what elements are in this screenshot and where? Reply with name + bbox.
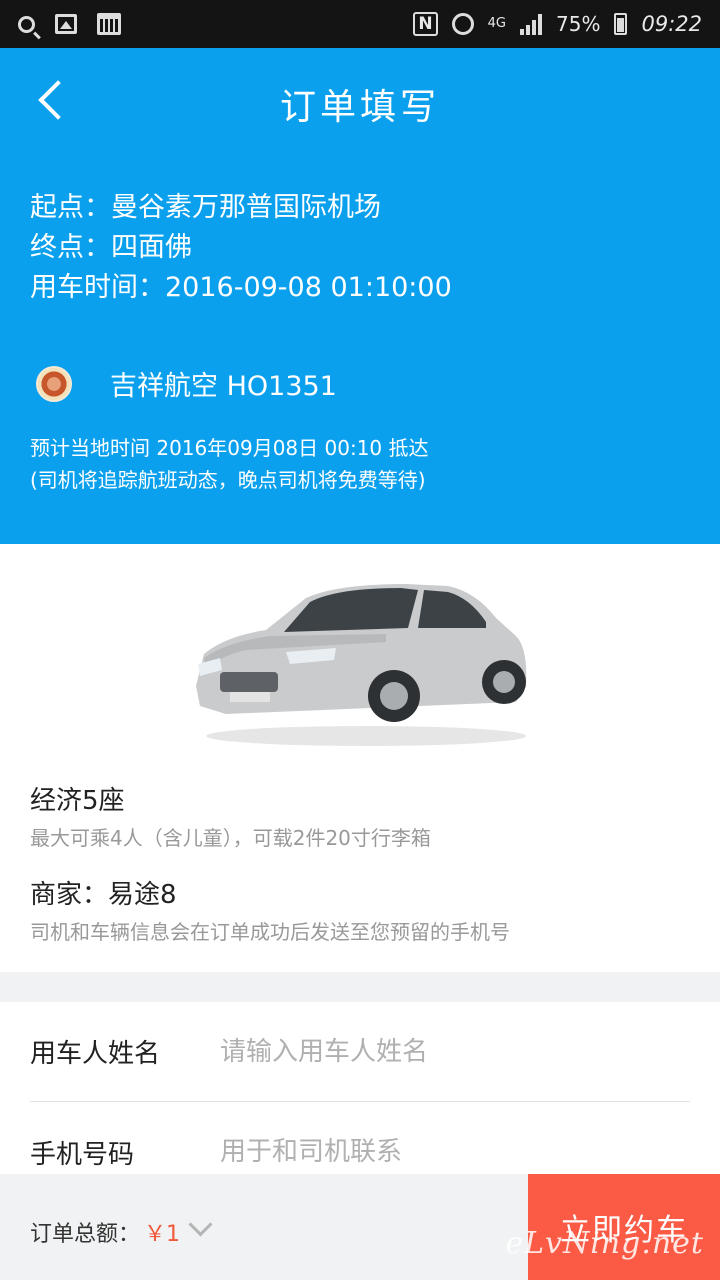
name-label: 用车人姓名 bbox=[30, 1039, 161, 1069]
phone-label: 手机号码 bbox=[30, 1139, 135, 1170]
clock: 09:22 bbox=[641, 12, 702, 36]
phone-input[interactable] bbox=[220, 1137, 690, 1167]
chevron-down-icon[interactable] bbox=[190, 1216, 210, 1236]
airline-name: 吉祥航空 bbox=[110, 371, 218, 402]
car-type: 经济5座 bbox=[30, 786, 125, 816]
car-card: 经济5座 最大可乘4人（含儿童），可载2件20寸行李箱 商家：易途8 司机和车辆… bbox=[0, 544, 720, 972]
flight-row: 吉祥航空 HO1351 bbox=[36, 364, 337, 403]
start-value: 曼谷素万那普国际机场 bbox=[111, 192, 381, 223]
page-title: 订单填写 bbox=[279, 87, 440, 128]
name-input[interactable] bbox=[220, 1036, 690, 1067]
calendar-icon bbox=[97, 13, 121, 35]
car-capacity: 最大可乘4人（含儿童），可载2件20寸行李箱 bbox=[30, 826, 431, 850]
battery-icon bbox=[614, 13, 628, 35]
airline-logo bbox=[36, 365, 72, 402]
network-type: 4G bbox=[487, 16, 507, 31]
status-bar: N 4G 75% 09:22 bbox=[0, 0, 720, 48]
order-total: 订单总额： ￥1 bbox=[30, 1216, 210, 1248]
merchant-note: 司机和车辆信息会在订单成功后发送至您预留的手机号 bbox=[30, 920, 510, 944]
image-icon bbox=[55, 14, 77, 34]
battery-percent: 75% bbox=[556, 12, 601, 36]
route-info: 起点：曼谷素万那普国际机场 终点：四面佛 用车时间：2016-09-08 01:… bbox=[30, 188, 452, 308]
merchant-label: 商家： bbox=[30, 880, 109, 910]
start-row: 起点：曼谷素万那普国际机场 bbox=[30, 188, 452, 228]
search-icon bbox=[18, 15, 35, 33]
flight-number: HO1351 bbox=[226, 371, 337, 402]
end-value: 四面佛 bbox=[111, 232, 192, 263]
time-label: 用车时间： bbox=[30, 272, 165, 303]
status-left-icons bbox=[18, 13, 121, 35]
name-row: 用车人姓名 bbox=[30, 1002, 690, 1102]
arrival-note: (司机将追踪航班动态，晚点司机将免费等待) bbox=[30, 468, 426, 492]
time-row: 用车时间：2016-09-08 01:10:00 bbox=[30, 268, 452, 308]
merchant-value: 易途8 bbox=[108, 880, 177, 910]
time-value: 2016-09-08 01:10:00 bbox=[165, 272, 452, 303]
status-right-icons: N 4G 75% 09:22 bbox=[413, 12, 702, 36]
end-label: 终点： bbox=[30, 232, 111, 263]
order-footer: 订单总额： ￥1 立即约车 eLvNing.net bbox=[0, 1174, 720, 1280]
signal-icon bbox=[520, 13, 543, 35]
total-label: 订单总额： bbox=[30, 1222, 141, 1247]
car-image bbox=[196, 584, 527, 746]
total-value: ￥1 bbox=[144, 1222, 181, 1247]
alarm-icon bbox=[451, 13, 474, 35]
flight-info: 吉祥航空 HO1351 bbox=[110, 364, 337, 403]
watermark: eLvNing.net bbox=[505, 1226, 704, 1261]
end-row: 终点：四面佛 bbox=[30, 228, 452, 268]
nfc-icon: N bbox=[413, 12, 438, 36]
merchant: 商家：易途8 bbox=[30, 874, 177, 911]
arrival-info: 预计当地时间 2016年09月08日 00:10 抵达 (司机将追踪航班动态，晚… bbox=[30, 432, 429, 496]
arrival-time: 预计当地时间 2016年09月08日 00:10 抵达 bbox=[30, 436, 429, 460]
start-label: 起点： bbox=[30, 192, 111, 223]
passenger-form: 用车人姓名 手机号码 bbox=[0, 1002, 720, 1182]
order-header: 订单填写 起点：曼谷素万那普国际机场 终点：四面佛 用车时间：2016-09-0… bbox=[0, 48, 720, 544]
